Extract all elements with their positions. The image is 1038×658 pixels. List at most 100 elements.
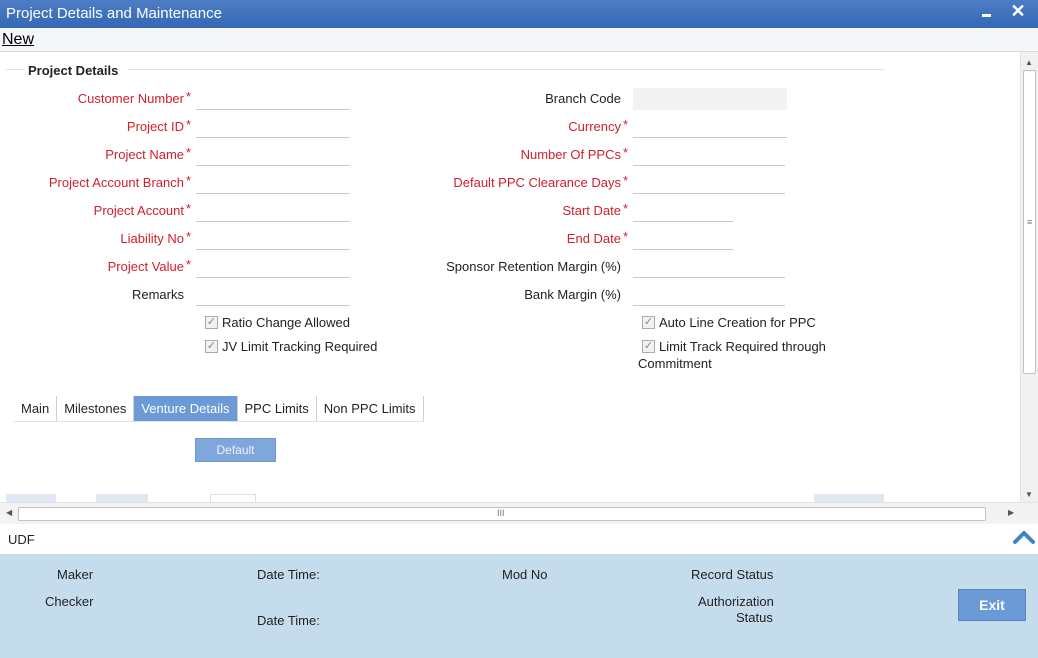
project-account-branch-field[interactable] bbox=[196, 172, 350, 194]
required-marker: * bbox=[623, 117, 629, 132]
chevron-up-icon[interactable] bbox=[1012, 526, 1036, 548]
end-date-label: End Date bbox=[566, 231, 621, 246]
required-marker: * bbox=[623, 201, 629, 216]
menu-bar: New bbox=[0, 28, 1038, 52]
project-id-label: Project ID bbox=[126, 119, 184, 134]
authorization-status-label: Authorization bbox=[698, 594, 774, 609]
currency-label: Currency bbox=[568, 119, 621, 134]
branch-code-label: Branch Code bbox=[545, 91, 621, 106]
tab-non-ppc-limits[interactable]: Non PPC Limits bbox=[316, 396, 424, 421]
required-marker: * bbox=[186, 229, 192, 244]
required-marker: * bbox=[186, 257, 192, 272]
faded-page-field bbox=[210, 494, 256, 502]
scroll-left-arrow-icon[interactable]: ◀ bbox=[6, 508, 12, 517]
ratio-change-allowed-label: Ratio Change Allowed bbox=[222, 315, 350, 330]
project-account-field[interactable] bbox=[196, 200, 350, 222]
tab-main[interactable]: Main bbox=[14, 396, 58, 421]
required-marker: * bbox=[623, 145, 629, 160]
record-status-label: Record Status bbox=[691, 567, 774, 582]
currency-field[interactable] bbox=[633, 116, 787, 138]
liability-no-label: Liability No bbox=[120, 231, 184, 246]
project-name-label: Project Name bbox=[105, 147, 184, 162]
checker-label: Checker bbox=[45, 594, 94, 609]
window-title: Project Details and Maintenance bbox=[6, 5, 222, 22]
maker-date-time-label: Date Time: bbox=[257, 567, 320, 582]
section-divider bbox=[128, 69, 884, 70]
tab-ppc-limits[interactable]: PPC Limits bbox=[237, 396, 317, 421]
sponsor-retention-margin-label: Sponsor Retention Margin (%) bbox=[446, 259, 621, 274]
required-marker: * bbox=[623, 229, 629, 244]
limit-track-commitment-label-line2: Commitment bbox=[638, 356, 712, 371]
udf-link[interactable]: UDF bbox=[8, 532, 35, 547]
number-of-ppcs-field[interactable] bbox=[633, 144, 785, 166]
required-marker: * bbox=[186, 173, 192, 188]
customer-number-field[interactable] bbox=[196, 88, 350, 110]
tab-venture-details[interactable]: Venture Details bbox=[134, 396, 238, 421]
sponsor-retention-margin-field[interactable] bbox=[633, 256, 785, 278]
project-account-branch-label: Project Account Branch bbox=[48, 175, 184, 190]
faded-toolbar-icons bbox=[814, 494, 884, 502]
audit-footer: Maker Checker Date Time: Date Time: Mod … bbox=[0, 554, 1038, 658]
maker-label: Maker bbox=[57, 567, 94, 582]
new-link[interactable]: New bbox=[2, 31, 34, 49]
checkbox-check-icon: ✓ bbox=[642, 316, 655, 329]
jv-limit-tracking-label: JV Limit Tracking Required bbox=[222, 339, 378, 354]
required-marker: * bbox=[186, 145, 192, 160]
end-date-field[interactable] bbox=[633, 228, 733, 250]
checkbox-check-icon: ✓ bbox=[642, 340, 655, 353]
default-ppc-clearance-days-field[interactable] bbox=[633, 172, 785, 194]
remarks-field[interactable] bbox=[196, 284, 350, 306]
start-date-field[interactable] bbox=[633, 200, 733, 222]
window-title-bar: Project Details and Maintenance ✕ bbox=[0, 0, 1038, 28]
required-marker: * bbox=[186, 201, 192, 216]
vertical-scroll-thumb[interactable]: ≡ bbox=[1023, 70, 1036, 374]
project-account-label: Project Account bbox=[93, 203, 184, 218]
tab-milestones[interactable]: Milestones bbox=[57, 396, 135, 421]
exit-button[interactable]: Exit bbox=[958, 589, 1026, 621]
faded-first-page-icon bbox=[6, 494, 56, 502]
horizontal-scroll-thumb[interactable]: III bbox=[18, 507, 986, 521]
auto-line-creation-label: Auto Line Creation for PPC bbox=[659, 315, 816, 330]
scroll-up-arrow-icon[interactable]: ▲ bbox=[1025, 58, 1033, 67]
scroll-grip-icon: ≡ bbox=[1027, 217, 1033, 227]
faded-last-page-icon bbox=[96, 494, 148, 502]
ratio-change-allowed-checkbox[interactable]: ✓ Ratio Change Allowed bbox=[205, 315, 350, 330]
limit-track-commitment-checkbox[interactable]: ✓ Limit Track Required through bbox=[642, 339, 826, 354]
required-marker: * bbox=[623, 173, 629, 188]
close-button[interactable]: ✕ bbox=[1008, 1, 1028, 23]
remarks-label: Remarks bbox=[131, 287, 184, 302]
customer-number-label: Customer Number bbox=[77, 91, 184, 106]
section-divider-left bbox=[6, 69, 24, 70]
horizontal-scrollbar[interactable]: ◀ III ▶ bbox=[0, 502, 1038, 524]
bank-margin-label: Bank Margin (%) bbox=[524, 287, 621, 302]
authorization-status-label-line2: Status bbox=[736, 610, 773, 625]
checkbox-check-icon: ✓ bbox=[205, 316, 218, 329]
scroll-right-arrow-icon[interactable]: ▶ bbox=[1008, 508, 1014, 517]
jv-limit-tracking-checkbox[interactable]: ✓ JV Limit Tracking Required bbox=[205, 339, 377, 354]
auto-line-creation-checkbox[interactable]: ✓ Auto Line Creation for PPC bbox=[642, 315, 816, 330]
vertical-scrollbar[interactable]: ▲ ≡ ▼ bbox=[1020, 52, 1038, 502]
project-id-field[interactable] bbox=[196, 116, 350, 138]
required-marker: * bbox=[186, 89, 192, 104]
udf-bar: UDF bbox=[0, 524, 1038, 554]
section-title: Project Details bbox=[28, 63, 119, 78]
default-ppc-clearance-days-label: Default PPC Clearance Days bbox=[453, 175, 621, 190]
checker-date-time-label: Date Time: bbox=[257, 613, 320, 628]
checkbox-check-icon: ✓ bbox=[205, 340, 218, 353]
default-button[interactable]: Default bbox=[195, 438, 276, 462]
mod-no-label: Mod No bbox=[502, 567, 548, 582]
tab-bar: Main Milestones Venture Details PPC Limi… bbox=[14, 396, 424, 422]
project-name-field[interactable] bbox=[196, 144, 350, 166]
limit-track-commitment-label: Limit Track Required through bbox=[659, 339, 826, 354]
liability-no-field[interactable] bbox=[196, 228, 350, 250]
bank-margin-field[interactable] bbox=[633, 284, 785, 306]
project-value-label: Project Value bbox=[107, 259, 184, 274]
start-date-label: Start Date bbox=[562, 203, 621, 218]
scroll-grip-icon: III bbox=[497, 508, 505, 518]
form-content: Project Details Customer Number * Projec… bbox=[0, 52, 1020, 502]
project-value-field[interactable] bbox=[196, 256, 350, 278]
scroll-down-arrow-icon[interactable]: ▼ bbox=[1025, 490, 1033, 499]
number-of-ppcs-label: Number Of PPCs bbox=[520, 147, 621, 162]
minimize-button[interactable] bbox=[980, 2, 994, 22]
required-marker: * bbox=[186, 117, 192, 132]
